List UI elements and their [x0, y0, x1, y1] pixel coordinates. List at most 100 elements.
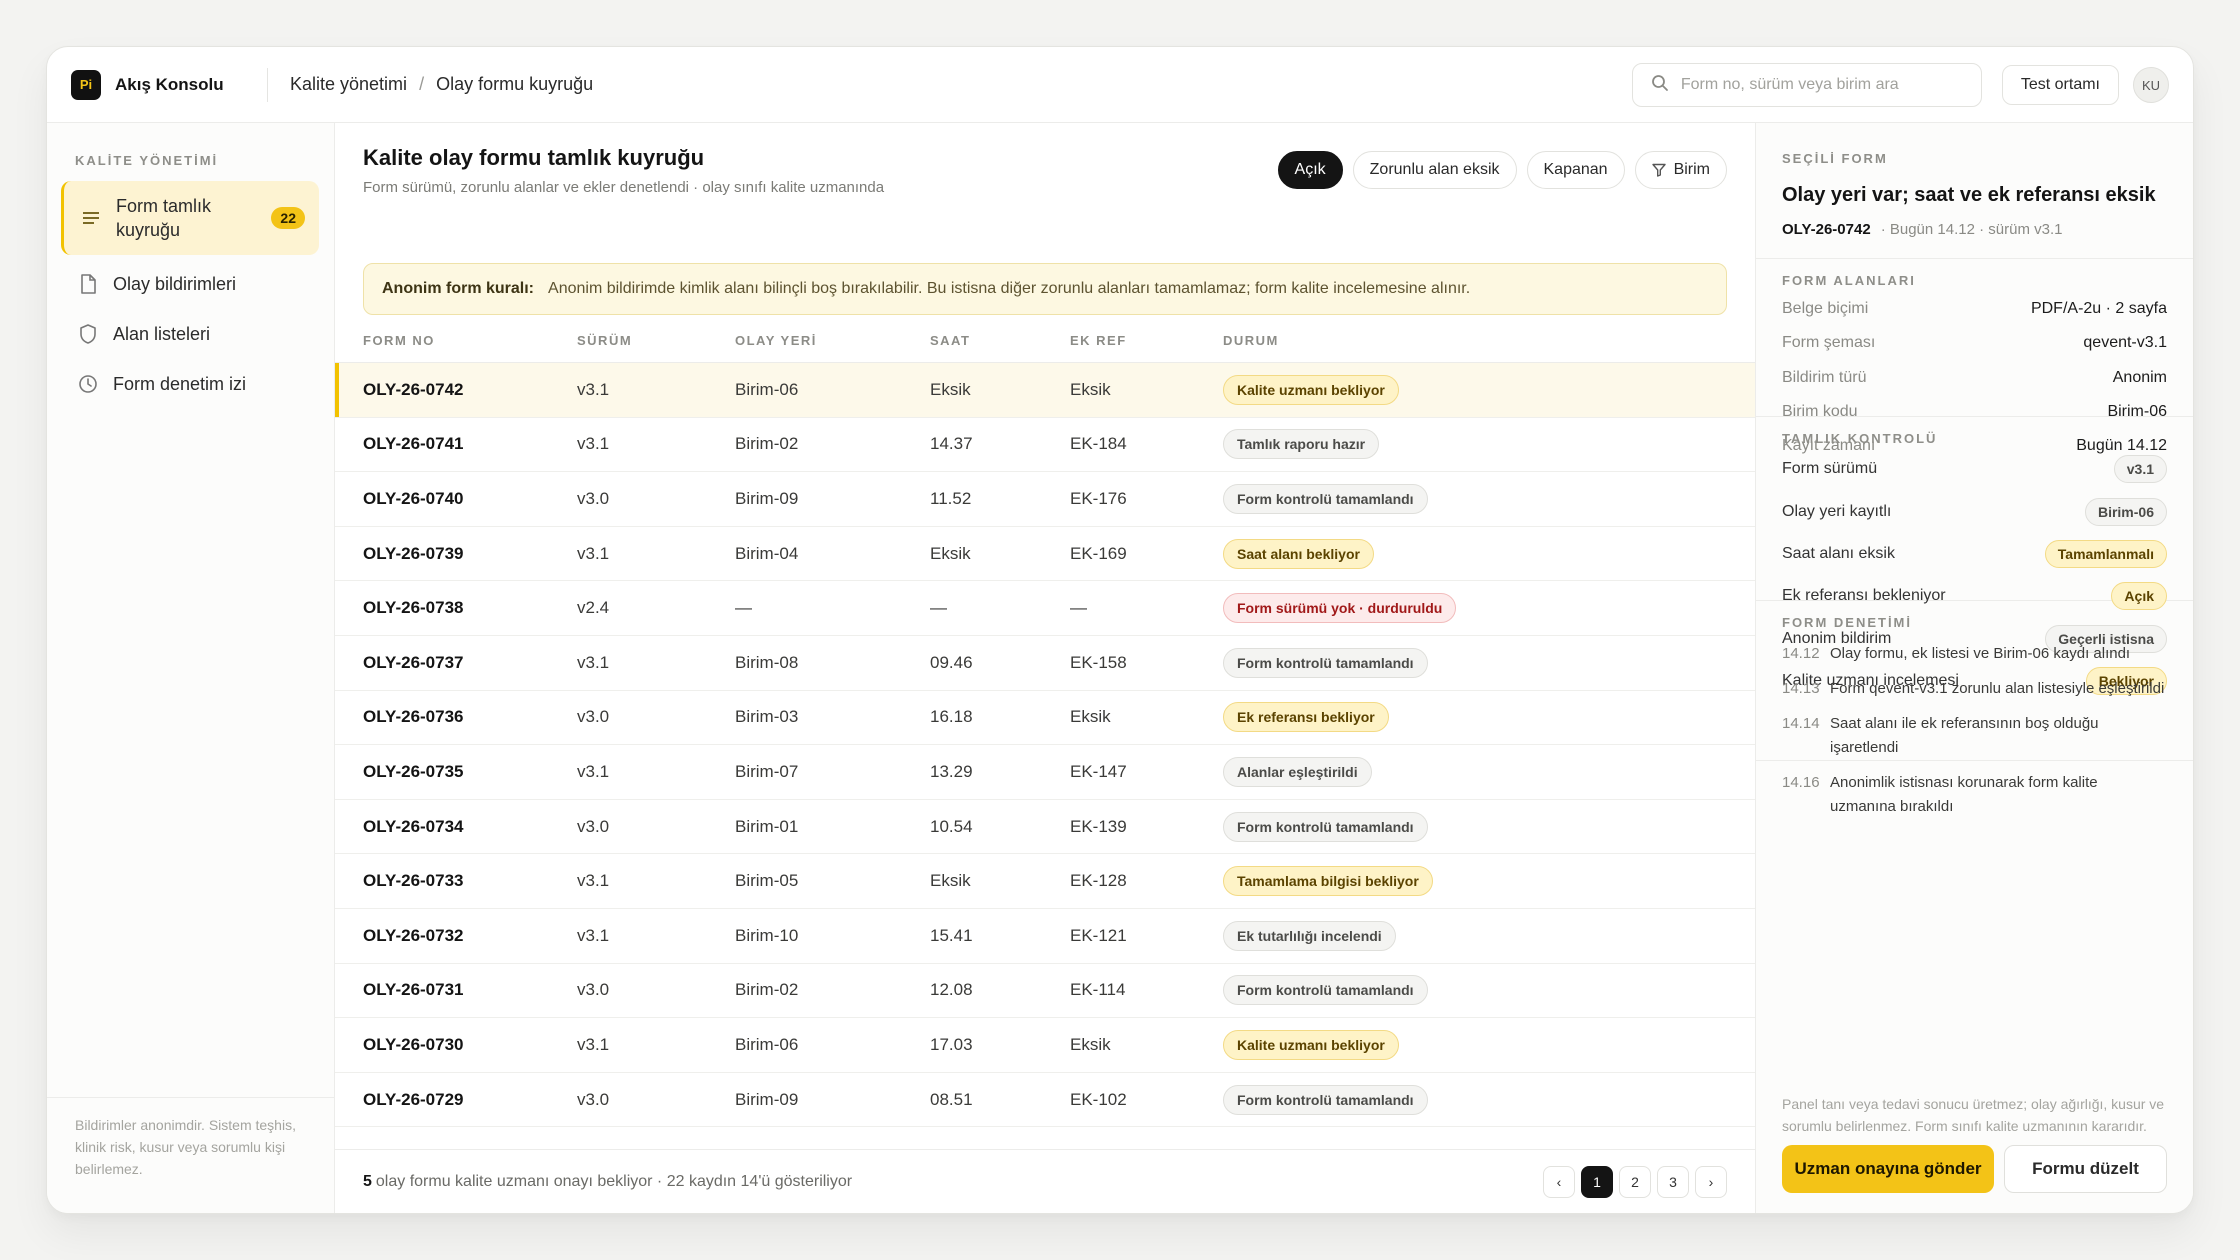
attachment-ref-cell: EK-102 [1070, 1089, 1127, 1109]
status-badge: Alanlar eşleştirildi [1223, 756, 1372, 787]
breadcrumb: Kalite yönetimi / Olay formu kuyruğu [290, 74, 593, 95]
table-row[interactable]: OLY-26-0734 v3.0 Birim-01 10.54 EK-139 Form k… [335, 800, 1755, 855]
avatar[interactable]: KU [2133, 67, 2169, 103]
search-input[interactable] [1680, 76, 1961, 94]
form-number-cell: OLY-26-0742 [363, 379, 464, 399]
selected-form-section: SEÇİLİ FORM Olay yeri var; saat ve ek re… [1756, 123, 2193, 259]
status-cell: Form kontrolü tamamlandı [1223, 1084, 1755, 1115]
version-cell: v3.1 [577, 1034, 610, 1054]
table-row[interactable]: OLY-26-0735 v3.1 Birim-07 13.29 EK-147 Alanla… [335, 745, 1755, 800]
page-3-button[interactable]: 3 [1657, 1166, 1689, 1198]
form-number-cell: OLY-26-0731 [363, 980, 464, 1000]
shield-icon [77, 323, 99, 345]
filter-icon [1651, 163, 1666, 177]
status-badge: Ek referansı bekliyor [1223, 702, 1389, 733]
app-name: Akış Konsolu [115, 74, 224, 94]
filter-missing-required[interactable]: Zorunlu alan eksik [1352, 151, 1517, 189]
table-row[interactable]: OLY-26-0731 v3.0 Birim-02 12.08 EK-114 Form k… [335, 964, 1755, 1019]
divider [267, 67, 268, 102]
section-label: SEÇİLİ FORM [1782, 151, 1888, 166]
filter-unit[interactable]: Birim [1634, 151, 1727, 189]
field-value: qevent-v3.1 [2083, 334, 2167, 352]
main-content: Kalite olay formu tamlık kuyruğu Form sü… [335, 123, 1755, 1213]
location-cell: — [735, 598, 752, 618]
location-cell: Birim-09 [735, 1089, 799, 1109]
form-number-cell: OLY-26-0735 [363, 761, 464, 781]
detail-panel: SEÇİLİ FORM Olay yeri var; saat ve ek re… [1755, 123, 2193, 1213]
status-cell: Form sürümü yok · durduruldu [1223, 593, 1755, 624]
check-row: Saat alanı eksik Tamamlanmalı [1782, 533, 2167, 575]
audit-log: 14.12 Olay formu, ek listesi ve Birim-06 … [1782, 642, 2167, 819]
attachment-ref-cell: EK-147 [1070, 761, 1127, 781]
field-label: Belge biçimi [1782, 300, 1869, 318]
column-header[interactable]: DURUM [1223, 333, 1755, 348]
send-to-expert-button[interactable]: Uzman onayına gönder [1782, 1145, 1994, 1193]
status-badge: Form kontrolü tamamlandı [1223, 811, 1428, 842]
form-audit-section: FORM DENETİMİ 14.12 Olay formu, ek listes… [1756, 601, 2193, 815]
column-header[interactable]: SAAT [930, 333, 1070, 348]
search-box[interactable] [1631, 63, 1982, 107]
column-header[interactable]: SÜRÜM [577, 333, 735, 348]
table-row[interactable]: OLY-26-0738 v2.4 — — — Form sürümü yok · durd… [335, 581, 1755, 636]
test-environment-button[interactable]: Test ortamı [2001, 65, 2119, 105]
field-value: Anonim [2112, 368, 2167, 386]
sidebar-item-form-completeness-queue[interactable]: Form tamlık kuyruğu 22 [61, 181, 319, 255]
attachment-ref-cell: Eksik [1070, 1034, 1111, 1054]
sidebar-footer-note: Bildirimler anonimdir. Sistem teşhis, kl… [47, 1097, 334, 1213]
breadcrumb-section[interactable]: Kalite yönetimi [290, 74, 407, 95]
location-cell: Birim-10 [735, 925, 799, 945]
status-badge: Kalite uzmanı bekliyor [1223, 374, 1399, 405]
selected-form-title: Olay yeri var; saat ve ek referansı eksi… [1782, 184, 2156, 206]
status-cell: Saat alanı bekliyor [1223, 538, 1755, 569]
status-cell: Ek referansı bekliyor [1223, 702, 1755, 733]
table-row[interactable]: OLY-26-0741 v3.1 Birim-02 14.37 EK-184 Tamlık… [335, 418, 1755, 473]
version-cell: v3.1 [577, 434, 610, 454]
column-header[interactable]: EK REF [1070, 333, 1223, 348]
attachment-ref-cell: EK-169 [1070, 543, 1127, 563]
page-1-button[interactable]: 1 [1581, 1166, 1613, 1198]
column-header[interactable]: FORM NO [335, 333, 577, 348]
table-header: FORM NO SÜRÜM OLAY YERİ SAAT EK REF DURU… [335, 319, 1755, 363]
breadcrumb-page: Olay formu kuyruğu [436, 74, 594, 94]
notice-text: Anonim bildirimde kimlik alanı bilinçli … [548, 280, 1471, 297]
status-badge: Form kontrolü tamamlandı [1223, 1084, 1428, 1115]
table-row[interactable]: OLY-26-0729 v3.0 Birim-09 08.51 EK-102 Form k… [335, 1073, 1755, 1128]
field-row: Belge biçimi PDF/A-2u · 2 sayfa [1782, 292, 2167, 326]
location-cell: Birim-04 [735, 543, 799, 563]
edit-form-button[interactable]: Formu düzelt [2004, 1145, 2167, 1193]
sidebar-item-incident-reports[interactable]: Olay bildirimleri [61, 259, 319, 309]
sidebar-item-field-lists[interactable]: Alan listeleri [61, 309, 319, 359]
table-row[interactable]: OLY-26-0730 v3.1 Birim-06 17.03 Eksik Kalite … [335, 1018, 1755, 1073]
search-icon [1651, 74, 1669, 97]
status-badge: Form kontrolü tamamlandı [1223, 647, 1428, 678]
location-cell: Birim-07 [735, 761, 799, 781]
form-number-cell: OLY-26-0741 [363, 434, 464, 454]
time-cell: Eksik [930, 379, 971, 399]
table-row[interactable]: OLY-26-0740 v3.0 Birim-09 11.52 EK-176 Form k… [335, 472, 1755, 527]
table-row[interactable]: OLY-26-0736 v3.0 Birim-03 16.18 Eksik Ek refe… [335, 691, 1755, 746]
next-page-button[interactable]: › [1695, 1166, 1727, 1198]
location-cell: Birim-02 [735, 980, 799, 1000]
sidebar-item-label: Olay bildirimleri [113, 274, 237, 294]
location-cell: Birim-05 [735, 871, 799, 891]
sidebar-item-form-audit-trail[interactable]: Form denetim izi [61, 359, 319, 409]
table-footer: 5 olay formu kalite uzmanı onayı bekliyo… [335, 1149, 1755, 1213]
table-row[interactable]: OLY-26-0732 v3.1 Birim-10 15.41 EK-121 Ek tut… [335, 909, 1755, 964]
sidebar-heading: KALİTE YÖNETİMİ [75, 153, 219, 168]
column-header[interactable]: OLAY YERİ [735, 333, 930, 348]
status-cell: Alanlar eşleştirildi [1223, 756, 1755, 787]
form-number-cell: OLY-26-0740 [363, 488, 464, 508]
status-cell: Form kontrolü tamamlandı [1223, 975, 1755, 1006]
table-row[interactable]: OLY-26-0733 v3.1 Birim-05 Eksik EK-128 Tamaml… [335, 854, 1755, 909]
version-cell: v3.0 [577, 1089, 610, 1109]
page-2-button[interactable]: 2 [1619, 1166, 1651, 1198]
filter-open[interactable]: Açık [1277, 151, 1343, 189]
brand[interactable]: Pi Akış Konsolu [47, 69, 247, 100]
prev-page-button[interactable]: ‹ [1543, 1166, 1575, 1198]
table-row[interactable]: OLY-26-0737 v3.1 Birim-08 09.46 EK-158 Form k… [335, 636, 1755, 691]
attachment-ref-cell: EK-139 [1070, 816, 1127, 836]
filter-closed[interactable]: Kapanan [1526, 151, 1625, 189]
table-row[interactable]: OLY-26-0739 v3.1 Birim-04 Eksik EK-169 Saat a… [335, 527, 1755, 582]
check-label: Saat alanı eksik [1782, 544, 1895, 562]
table-row[interactable]: OLY-26-0742 v3.1 Birim-06 Eksik Eksik Kalite … [335, 363, 1755, 418]
